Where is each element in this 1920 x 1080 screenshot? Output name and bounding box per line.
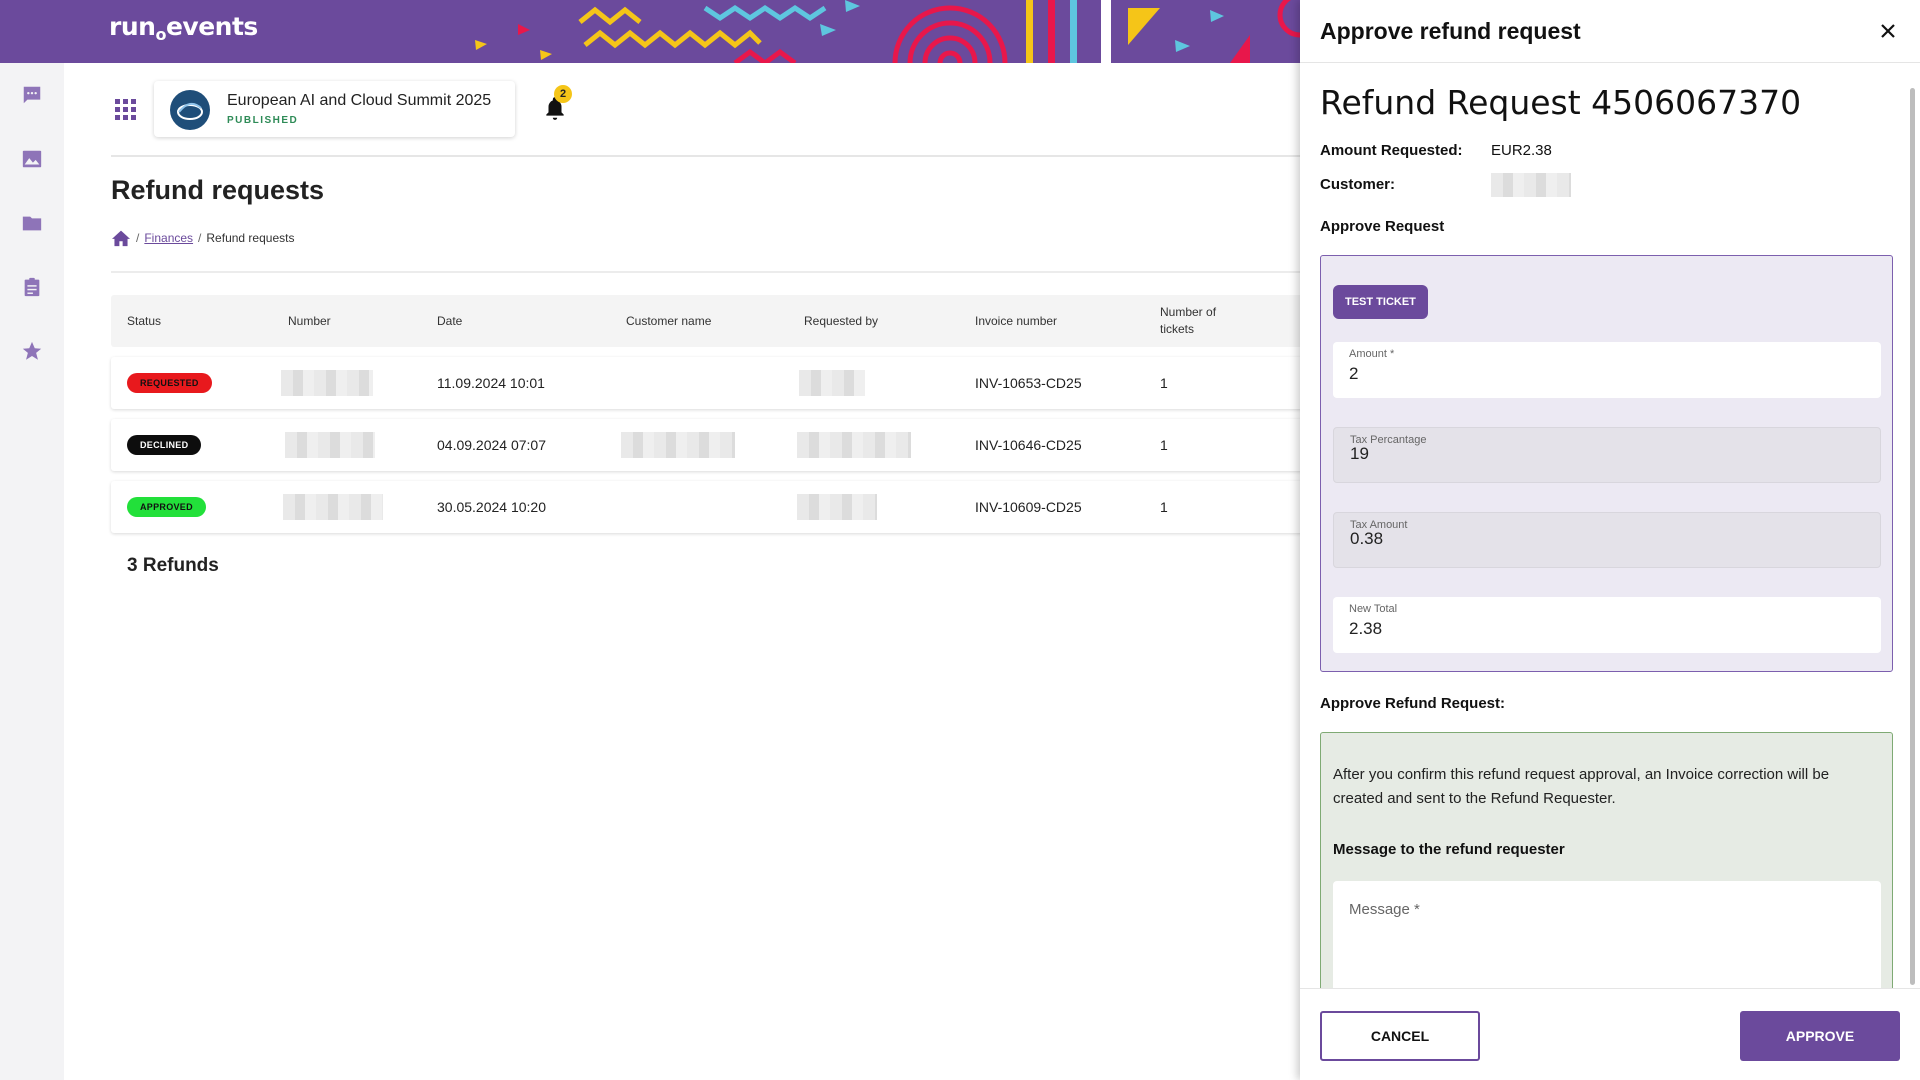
main-content: European AI and Cloud Summit 2025 PUBLIS… (64, 63, 1304, 1080)
redacted-customer-name (621, 432, 735, 458)
column-header-line: tickets (1160, 322, 1195, 336)
column-header-number[interactable]: Number (288, 295, 331, 347)
message-label: Message to the refund requester (1333, 841, 1565, 858)
refund-count: 3 Refunds (127, 555, 219, 576)
refunds-table: Status Number Date Customer name Request… (111, 295, 1304, 533)
approve-request-panel: TEST TICKET Amount * 2 Tax Percantage 19… (1320, 255, 1893, 672)
status-badge: APPROVED (127, 497, 206, 517)
field-value: 2.38 (1349, 619, 1383, 638)
image-icon[interactable] (20, 147, 44, 171)
status-badge: REQUESTED (127, 373, 212, 393)
breadcrumb-current: Refund requests (206, 231, 295, 245)
table-cell-tickets: 1 (1160, 375, 1168, 391)
event-selector[interactable]: European AI and Cloud Summit 2025 PUBLIS… (154, 81, 515, 137)
divider (111, 155, 1304, 157)
divider (111, 271, 1304, 273)
column-header-status[interactable]: Status (127, 295, 161, 347)
field-value: 0.38 (1350, 529, 1384, 548)
home-icon[interactable] (111, 229, 131, 247)
confirm-description: After you confirm this refund request ap… (1333, 766, 1830, 807)
amount-field[interactable]: Amount * 2 (1333, 342, 1881, 398)
event-status: PUBLISHED (227, 115, 299, 126)
column-header-requested-by[interactable]: Requested by (804, 295, 878, 347)
amount-requested-label: Amount Requested: (1320, 142, 1463, 159)
drawer-body: Refund Request 4506067370 Amount Request… (1300, 63, 1920, 988)
approve-button[interactable]: APPROVE (1740, 1011, 1900, 1061)
table-header: Status Number Date Customer name Request… (111, 295, 1304, 347)
event-name: European AI and Cloud Summit 2025 (227, 92, 492, 109)
column-header-date[interactable]: Date (437, 295, 462, 347)
table-cell-tickets: 1 (1160, 437, 1168, 453)
refund-request-title: Refund Request 4506067370 (1320, 83, 1802, 122)
star-icon[interactable] (20, 339, 44, 363)
tax-amount-field: Tax Amount 0.38 (1333, 512, 1881, 568)
table-row[interactable]: DECLINED 04.09.2024 07:07 INV-10646-CD25… (111, 419, 1304, 471)
field-label: New Total (1349, 603, 1398, 615)
table-cell-tickets: 1 (1160, 499, 1168, 515)
breadcrumb-separator: / (136, 231, 140, 245)
status-badge: DECLINED (127, 435, 202, 455)
breadcrumb-separator: / (198, 231, 202, 245)
cancel-button[interactable]: CANCEL (1320, 1011, 1480, 1061)
column-header-line: Number of (1160, 305, 1217, 319)
test-ticket-tag[interactable]: TEST TICKET (1333, 285, 1428, 319)
column-header-number-of-tickets[interactable]: Number of tickets (1160, 295, 1216, 347)
apps-grid-icon[interactable] (113, 97, 137, 121)
brand-logo[interactable]: runoevents (109, 12, 258, 44)
notification-count-badge: 2 (554, 85, 572, 103)
redacted-requested-by (797, 494, 877, 520)
clipboard-icon[interactable] (20, 275, 44, 299)
customer-label: Customer: (1320, 176, 1396, 193)
field-label: Amount * (1349, 348, 1395, 360)
field-value: 19 (1350, 444, 1369, 463)
page-title: Refund requests (111, 175, 325, 205)
breadcrumb: / Finances / Refund requests (111, 229, 294, 247)
banner-divider (1101, 0, 1111, 63)
approve-refund-drawer: Approve refund request Refund Request 45… (1300, 0, 1920, 1080)
redacted-requested-by (799, 370, 865, 396)
tax-percentage-field: Tax Percantage 19 (1333, 427, 1881, 483)
redacted-customer (1491, 173, 1571, 197)
table-cell-date: 04.09.2024 07:07 (437, 437, 546, 453)
left-icon-rail (0, 63, 64, 1080)
breadcrumb-finances-link[interactable]: Finances (144, 231, 193, 245)
redacted-requested-by (797, 432, 911, 458)
redacted-number (281, 370, 373, 396)
table-cell-invoice: INV-10653-CD25 (975, 375, 1082, 391)
approve-request-heading: Approve Request (1320, 218, 1445, 235)
scrollbar[interactable] (1910, 88, 1915, 985)
field-value: 2 (1349, 364, 1359, 383)
close-icon[interactable] (1875, 18, 1901, 44)
table-row[interactable]: REQUESTED 11.09.2024 10:01 INV-10653-CD2… (111, 357, 1304, 409)
approve-refund-request-heading: Approve Refund Request: (1320, 695, 1506, 712)
drawer-title: Approve refund request (1320, 18, 1581, 44)
table-cell-invoice: INV-10609-CD25 (975, 499, 1082, 515)
table-cell-invoice: INV-10646-CD25 (975, 437, 1082, 453)
message-input[interactable]: Message * (1333, 881, 1881, 988)
redacted-number (283, 494, 383, 520)
table-row[interactable]: APPROVED 30.05.2024 10:20 INV-10609-CD25… (111, 481, 1304, 533)
drawer-footer: CANCEL APPROVE (1300, 988, 1920, 1080)
event-logo (170, 90, 210, 130)
message-placeholder: Message * (1349, 901, 1420, 918)
column-header-invoice-number[interactable]: Invoice number (975, 295, 1057, 347)
table-cell-date: 30.05.2024 10:20 (437, 499, 546, 515)
table-cell-date: 11.09.2024 10:01 (437, 375, 545, 391)
chat-icon[interactable] (20, 83, 44, 107)
confirm-panel: After you confirm this refund request ap… (1320, 732, 1893, 988)
amount-requested-value: EUR2.38 (1491, 142, 1552, 159)
column-header-customer-name[interactable]: Customer name (626, 295, 711, 347)
drawer-header: Approve refund request (1300, 0, 1920, 63)
new-total-field[interactable]: New Total 2.38 (1333, 597, 1881, 653)
folder-icon[interactable] (20, 211, 44, 235)
redacted-number (285, 432, 375, 458)
